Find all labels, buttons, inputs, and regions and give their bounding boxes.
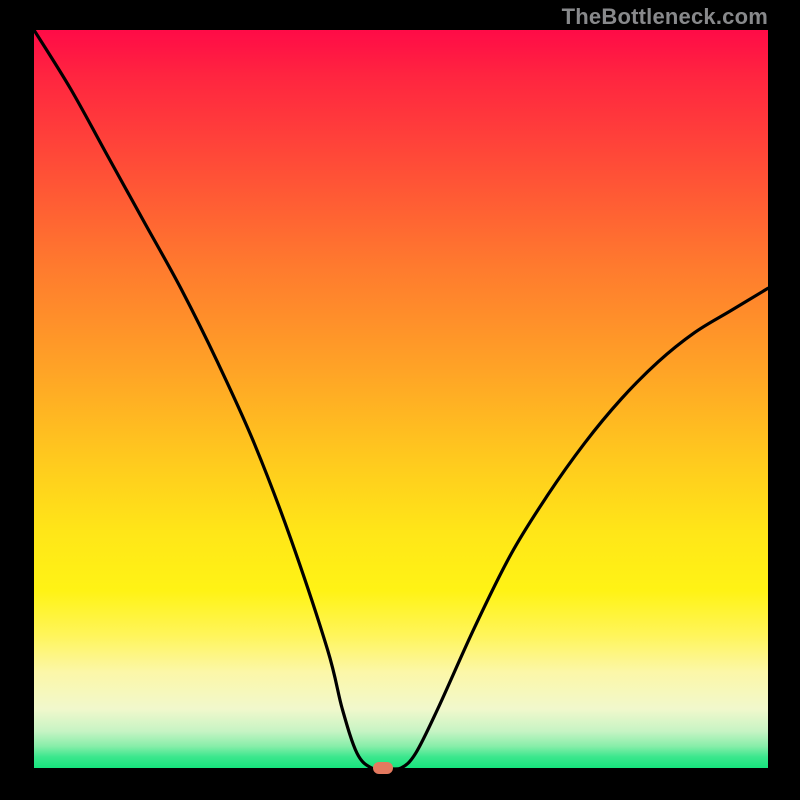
watermark-text: TheBottleneck.com [562,4,768,30]
chart-frame: TheBottleneck.com [0,0,800,800]
curve-path [34,30,768,768]
plot-area [34,30,768,768]
bottleneck-curve [34,30,768,768]
optimal-marker [373,762,393,774]
